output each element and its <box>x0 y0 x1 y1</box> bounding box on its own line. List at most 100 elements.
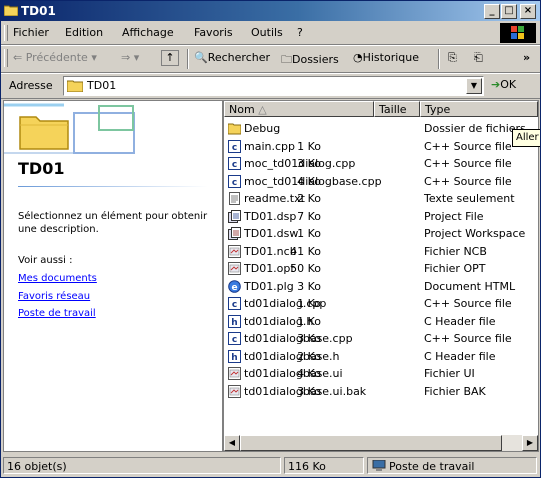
address-dropdown-button[interactable]: ▼ <box>466 78 482 94</box>
link-favoris-reseau[interactable]: Favoris réseau <box>18 291 90 302</box>
file-name: TD01.dsw <box>244 227 299 240</box>
file-type: Fichier UI <box>424 367 475 380</box>
forward-button[interactable]: ⇒ ▾ <box>121 51 139 64</box>
file-row[interactable]: readme.txt 2 Ko Texte seulement <box>224 191 538 207</box>
svg-text:c: c <box>232 160 237 170</box>
search-icon: 🔍 <box>194 51 208 64</box>
svg-text:c: c <box>232 300 237 310</box>
html-file-icon: e <box>228 279 241 293</box>
file-type: Texte seulement <box>424 192 515 205</box>
folders-icon: 🗀 <box>281 53 292 66</box>
search-button[interactable]: 🔍Rechercher <box>194 51 270 64</box>
file-name: TD01.ncb <box>244 244 297 258</box>
back-arrow-icon: ⇐ <box>13 51 23 64</box>
file-row[interactable]: c moc_td01dialog.cpp 3 Ko C++ Source file <box>224 156 538 172</box>
file-name: TD01.dsp <box>244 209 297 223</box>
cpp-file-icon: c <box>228 174 241 188</box>
windows-flag-icon <box>511 26 524 39</box>
file-row[interactable]: c main.cpp 1 Ko C++ Source file <box>224 139 538 155</box>
search-label: Rechercher <box>207 51 270 64</box>
file-row[interactable]: TD01.dsp 7 Ko Project File <box>224 209 538 225</box>
move-to-icon[interactable]: ⎘ <box>448 51 457 65</box>
maximize-button[interactable]: □ <box>501 4 517 19</box>
file-type: Fichier OPT <box>424 262 486 275</box>
cpp-file-icon: c <box>228 139 241 153</box>
file-row[interactable]: TD01.ncb 41 Ko Fichier NCB <box>224 244 538 260</box>
file-type: C Header file <box>424 349 496 363</box>
scroll-right-button[interactable]: ▶ <box>522 435 538 451</box>
file-size: 1 Ko <box>297 139 321 153</box>
title-bar[interactable]: TD01 _ □ × <box>1 1 540 21</box>
up-folder-icon[interactable]: ↑ <box>161 50 179 66</box>
toolbar-grip[interactable] <box>4 49 8 67</box>
folder-title: TD01 <box>18 159 65 178</box>
address-field[interactable]: TD01 ▼ <box>63 76 484 96</box>
file-type: C++ Source file <box>424 174 512 188</box>
menu-edition[interactable]: Edition <box>65 26 103 39</box>
file-type: Project File <box>424 209 484 223</box>
file-name: TD01.plg <box>244 279 294 293</box>
file-row[interactable]: h td01dialogbase.h 2 Ko C Header file <box>224 349 538 365</box>
text-file-icon <box>228 192 241 205</box>
header-file-icon: h <box>228 314 241 328</box>
close-button[interactable]: × <box>520 4 536 19</box>
menu-favoris[interactable]: Favoris <box>194 26 233 39</box>
column-header-type[interactable]: Type <box>420 101 538 117</box>
generic-file-icon <box>228 244 241 258</box>
file-row[interactable]: c td01dialogbase.cpp 3 Ko C++ Source file <box>224 331 538 347</box>
minimize-button[interactable]: _ <box>484 4 500 19</box>
folders-label: Dossiers <box>292 53 339 66</box>
standard-toolbar: ⇐ Précédente ▾ ⇒ ▾ ↑ 🔍Rechercher 🗀Dossie… <box>1 45 540 73</box>
status-total-size: 116 Ko <box>284 457 364 474</box>
column-header-name[interactable]: Nom △ <box>224 101 374 117</box>
history-button[interactable]: ◔Historique <box>353 51 419 64</box>
file-row[interactable]: td01dialogbase.ui 4 Ko Fichier UI <box>224 366 538 382</box>
file-row[interactable]: c moc_td01dialogbase.cpp 4 Ko C++ Source fi… <box>224 174 538 190</box>
toolbar-more-icon[interactable]: » <box>523 51 530 64</box>
file-row[interactable]: e TD01.plg 3 Ko Document HTML <box>224 279 538 295</box>
horizontal-scrollbar[interactable]: ◀ ▶ <box>224 435 538 451</box>
file-row[interactable]: Debug Dossier de fichiers <box>224 121 538 137</box>
file-size: 41 Ko <box>290 244 321 258</box>
explorer-window: TD01 _ □ × Fichier Edition Affichage Fav… <box>0 0 541 478</box>
title-divider <box>18 186 208 187</box>
file-list: Nom △ Taille Type Debug Dossier de fichie… <box>223 100 539 452</box>
file-row[interactable]: c td01dialog.cpp 1 Ko C++ Source file <box>224 296 538 312</box>
generic-file-icon <box>228 384 241 398</box>
file-size: 3 Ko <box>297 384 321 398</box>
file-row[interactable]: h td01dialog.h 1 Ko C Header file <box>224 314 538 330</box>
file-type: Project Workspace <box>424 227 526 240</box>
go-button[interactable]: ➔OK <box>491 78 516 91</box>
folder-info-panel: TD01 Sélectionnez un élément pour obteni… <box>3 100 223 452</box>
go-label: OK <box>500 78 517 91</box>
copy-to-icon[interactable]: ⎗ <box>474 51 483 65</box>
link-mes-documents[interactable]: Mes documents <box>18 273 97 284</box>
back-label: Précédente <box>25 51 88 64</box>
file-type: C++ Source file <box>424 297 512 310</box>
history-icon: ◔ <box>353 51 363 64</box>
sort-ascending-icon: △ <box>258 103 267 116</box>
file-type: Dossier de fichiers <box>424 122 526 135</box>
status-bar: 16 objet(s) 116 Ko Poste de travail <box>1 454 540 477</box>
file-type: Fichier NCB <box>424 244 487 258</box>
back-button[interactable]: ⇐ Précédente ▾ <box>13 51 97 64</box>
column-header-size[interactable]: Taille <box>374 101 420 117</box>
scroll-thumb[interactable] <box>240 435 502 451</box>
file-size: 1 Ko <box>297 297 321 310</box>
cpp-file-icon: c <box>228 157 241 170</box>
file-row[interactable]: td01dialogbase.ui.bak 3 Ko Fichier BAK <box>224 384 538 400</box>
link-poste-de-travail[interactable]: Poste de travail <box>18 308 96 319</box>
svg-text:e: e <box>231 283 237 293</box>
project-file-icon <box>228 209 241 223</box>
menu-fichier[interactable]: Fichier <box>13 26 49 39</box>
scroll-left-button[interactable]: ◀ <box>224 435 240 451</box>
toolbar-grip[interactable] <box>4 25 8 41</box>
file-row[interactable]: TD01.opt 50 Ko Fichier OPT <box>224 261 538 277</box>
menu-affichage[interactable]: Affichage <box>122 26 174 39</box>
file-size: 4 Ko <box>297 367 321 380</box>
folders-button[interactable]: 🗀Dossiers <box>281 51 339 70</box>
menu-help[interactable]: ? <box>297 26 303 39</box>
menu-outils[interactable]: Outils <box>251 26 283 39</box>
cpp-file-icon: c <box>228 297 241 310</box>
file-row[interactable]: TD01.dsw 1 Ko Project Workspace <box>224 226 538 242</box>
